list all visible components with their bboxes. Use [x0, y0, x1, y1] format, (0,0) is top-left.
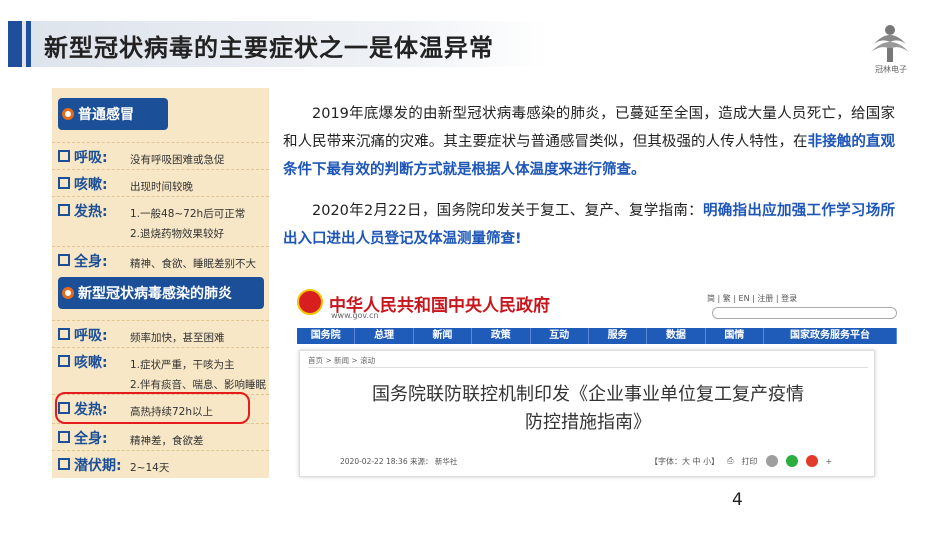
gov-website-screenshot: 中华人民共和国中央人民政府 www.gov.cn 简 | 繁 | EN | 注册… — [297, 287, 897, 477]
symptom-label: 全身: — [74, 254, 108, 270]
intro-paragraph: 2019年底爆发的由新型冠状病毒感染的肺炎，已蔓延至全国，造成大量人员死亡，给国… — [283, 106, 896, 178]
edit-icon — [58, 458, 70, 470]
gov-nav-tab: 服务 — [589, 328, 648, 344]
symptom-label: 呼吸: — [74, 150, 108, 166]
symptom-label: 潜伏期: — [74, 458, 122, 474]
gov-nav-tab: 新闻 — [414, 328, 473, 344]
symptom-value: 精神、食欲、睡眠差别不大 — [130, 258, 256, 270]
symptom-label: 咳嗽: — [74, 355, 108, 371]
gov-nav-tab: 互动 — [531, 328, 589, 344]
gov-nav-tab: 数据 — [647, 328, 706, 344]
symptom-row: 咳嗽: 1.症状严重，干咳为主 2.伴有痰音、喘息、影响睡眠 — [52, 347, 269, 393]
symptom-row: 潜伏期: 2~14天 — [52, 450, 269, 478]
article-tools: 【字体：大 中 小】 ⎙ 打印 + — [650, 455, 832, 467]
article-meta: 2020-02-22 18:36 来源： 新华社 — [340, 457, 458, 466]
symptom-row: 呼吸: 没有呼吸困难或急促 — [52, 142, 269, 169]
symptom-row: 发热: 1.一般48~72h后可正常 2.退烧药物效果较好 — [52, 196, 269, 246]
gov-nav-tab: 政策 — [472, 328, 531, 344]
gov-article-card: 首页 > 新闻 > 滚动 国务院联防联控机制印发《企业事业单位复工复产疫情 防控… — [299, 350, 875, 477]
font-size-label: 【字体：大 中 小】 — [650, 456, 720, 466]
edit-icon — [58, 431, 70, 443]
symptom-value: 出现时间较晚 — [130, 181, 193, 193]
plus-icon: + — [825, 456, 833, 466]
title-accent — [8, 21, 22, 67]
common-cold-ribbon: 普通感冒 — [58, 98, 168, 130]
gov-top-links: 简 | 繁 | EN | 注册 | 登录 — [707, 294, 798, 303]
common-cold-title: 普通感冒 — [78, 107, 134, 123]
edit-icon — [58, 177, 70, 189]
print-icon: ⎙ — [727, 456, 734, 465]
print-label: 打印 — [741, 456, 758, 466]
logo-text: 冠林电子 — [875, 65, 907, 74]
edit-icon — [58, 150, 70, 162]
symptom-value: 精神差，食欲差 — [130, 435, 204, 447]
symptom-value: 没有呼吸困难或急促 — [130, 154, 225, 166]
symptom-value: 频率加快，甚至困难 — [130, 332, 225, 344]
gov-nav-tab: 国务院 — [297, 328, 356, 344]
bullet-icon — [62, 287, 74, 299]
policy-paragraph: 2020年2月22日，国务院印发关于复工、复产、复学指南：明确指出应加强工作学习… — [283, 203, 896, 247]
edit-icon — [58, 355, 70, 367]
gov-nav-tab: 国情 — [706, 328, 764, 344]
gov-search-input — [712, 307, 897, 319]
share-icon — [765, 455, 778, 467]
breadcrumb: 首页 > 新闻 > 滚动 — [308, 356, 376, 365]
symptom-row: 咳嗽: 出现时间较晚 — [52, 169, 269, 196]
title-accent-thin — [26, 21, 31, 67]
weibo-icon — [805, 455, 818, 467]
page-number: 4 — [732, 490, 743, 510]
symptom-value: 1.一般48~72h后可正常 2.退烧药物效果较好 — [130, 208, 246, 240]
bullet-icon — [62, 108, 74, 120]
divider — [308, 367, 868, 368]
gov-site-url: www.gov.cn — [331, 311, 379, 320]
gov-nav-tab: 国家政务服务平台 — [764, 328, 897, 344]
symptom-label: 咳嗽: — [74, 177, 108, 193]
symptom-label: 发热: — [74, 204, 108, 220]
covid-ribbon: 新型冠状病毒感染的肺炎 — [58, 277, 264, 309]
tree-logo-icon — [871, 25, 909, 62]
gov-nav-tab: 总理 — [355, 328, 414, 344]
symptom-label: 全身: — [74, 431, 108, 447]
gov-nav-bar: 国务院 总理 新闻 政策 互动 服务 数据 国情 国家政务服务平台 — [297, 328, 897, 344]
article-headline: 国务院联防联控机制印发《企业事业单位复工复产疫情 防控措施指南》 — [372, 384, 804, 433]
covid-title: 新型冠状病毒感染的肺炎 — [78, 286, 232, 302]
symptom-row: 全身: 精神差，食欲差 — [52, 423, 269, 450]
symptom-label: 呼吸: — [74, 328, 108, 344]
edit-icon — [58, 254, 70, 266]
page-title: 新型冠状病毒的主要症状之一是体温异常 — [44, 34, 494, 62]
symptom-row: 全身: 精神、食欲、睡眠差别不大 — [52, 246, 269, 273]
fever-highlight-box — [55, 392, 250, 424]
symptom-value: 2~14天 — [130, 462, 170, 474]
symptom-row: 呼吸: 频率加快，甚至困难 — [52, 320, 269, 347]
wechat-icon — [785, 455, 798, 467]
national-emblem-icon — [297, 289, 323, 315]
edit-icon — [58, 328, 70, 340]
edit-icon — [58, 204, 70, 216]
symptom-value: 1.症状严重，干咳为主 2.伴有痰音、喘息、影响睡眠 — [130, 359, 267, 391]
